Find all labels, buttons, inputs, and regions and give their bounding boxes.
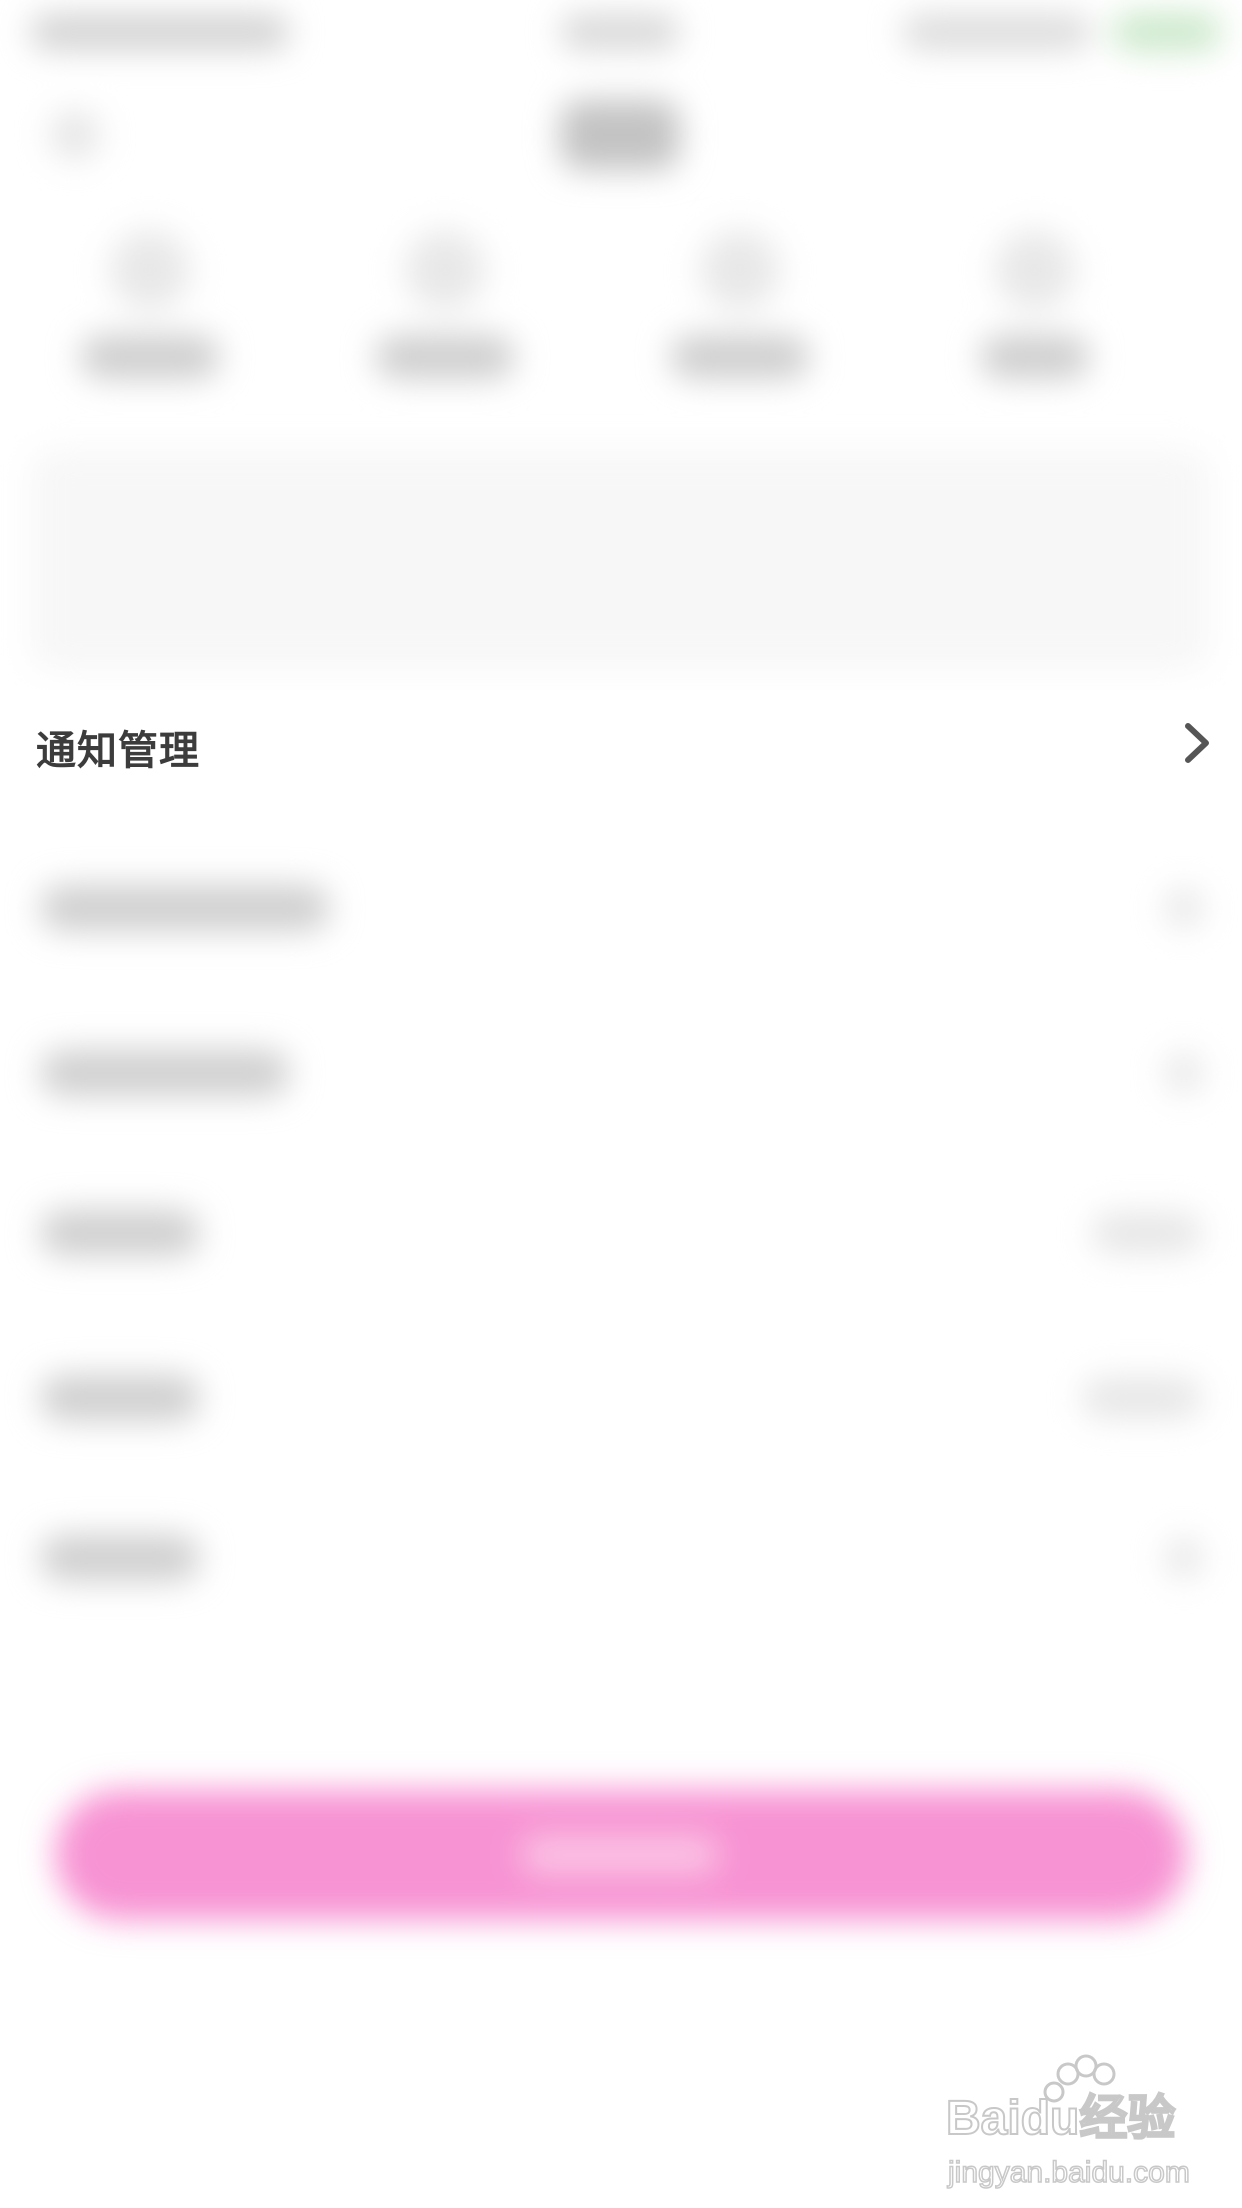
quick-action-label	[670, 335, 810, 379]
notification-management-row[interactable]: 通知管理	[0, 690, 1242, 800]
page-title	[560, 100, 680, 170]
settings-row-value	[1082, 1378, 1202, 1418]
quick-action-1[interactable]	[20, 200, 280, 450]
quick-action-3[interactable]	[610, 200, 870, 450]
chevron-right-icon	[1185, 723, 1209, 763]
settings-row[interactable]	[0, 1500, 1242, 1610]
chevron-right-icon	[1166, 1538, 1202, 1578]
settings-row-label	[40, 1375, 200, 1421]
status-bar-time	[560, 14, 680, 50]
settings-row[interactable]	[0, 1340, 1242, 1450]
watermark-url: jingyan.baidu.com	[947, 2156, 1190, 2189]
primary-button-label	[520, 1835, 720, 1875]
watermark-brand: Baidu经验	[946, 2092, 1175, 2145]
quick-action-label	[980, 335, 1090, 379]
settings-row[interactable]	[0, 1175, 1242, 1285]
quick-actions	[0, 200, 1242, 450]
chevron-right-icon	[1166, 888, 1202, 928]
settings-row-value	[1092, 1213, 1202, 1253]
status-bar-right	[902, 14, 1092, 50]
quick-action-label	[80, 335, 220, 379]
settings-row[interactable]	[0, 1015, 1242, 1125]
settings-row-label	[40, 1050, 290, 1096]
status-bar-left	[30, 14, 290, 50]
info-panel	[30, 450, 1210, 670]
quick-action-icon	[995, 230, 1075, 310]
battery-icon	[1112, 12, 1222, 52]
quick-action-icon	[700, 230, 780, 310]
status-bar	[0, 0, 1242, 70]
quick-action-label	[375, 335, 515, 379]
navigation-bar	[0, 70, 1242, 190]
settings-row-label	[40, 1210, 200, 1256]
quick-action-icon	[405, 230, 485, 310]
chevron-right-icon	[1166, 1053, 1202, 1093]
quick-action-4[interactable]	[905, 200, 1165, 450]
baidu-jingyan-watermark: Baidu经验 jingyan.baidu.com	[945, 2054, 1191, 2190]
quick-action-2[interactable]	[315, 200, 575, 450]
settings-row-label	[40, 1535, 200, 1581]
notification-management-label: 通知管理	[36, 728, 200, 774]
settings-row-label	[40, 885, 330, 931]
back-icon[interactable]	[50, 110, 100, 160]
settings-row[interactable]	[0, 850, 1242, 960]
blurred-background	[0, 0, 1242, 2208]
quick-action-icon	[110, 230, 190, 310]
